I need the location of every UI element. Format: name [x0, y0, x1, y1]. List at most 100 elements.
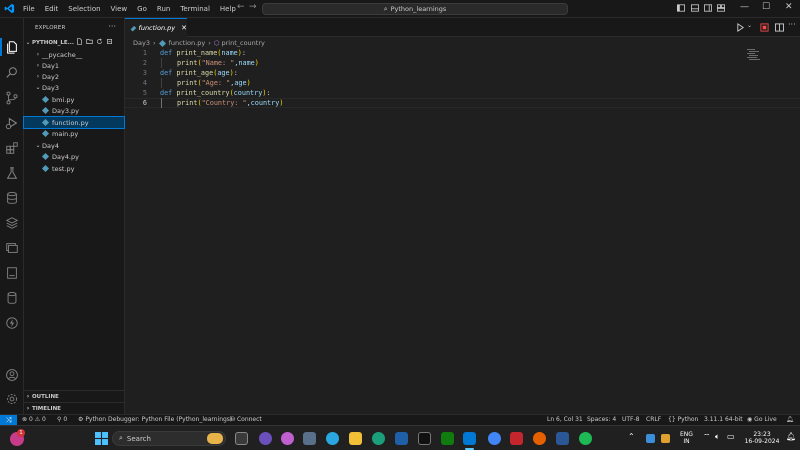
wifi-icon[interactable]: ⌔ [703, 433, 711, 441]
notifications-bell-icon[interactable]: 🔔︎ [786, 416, 794, 423]
spotify-icon[interactable] [579, 432, 592, 445]
notebook-icon[interactable] [5, 266, 19, 280]
ports-indicator[interactable]: ⚲ 0 [57, 416, 67, 423]
split-editor-icon[interactable] [775, 23, 784, 32]
tab-close-icon[interactable]: ✕ [181, 24, 187, 32]
more-actions-icon[interactable]: ··· [788, 20, 796, 29]
mcafee-icon[interactable] [510, 432, 523, 445]
toggle-sidebar-icon[interactable] [677, 4, 685, 12]
problems-indicator[interactable]: ⊗ 0 ⚠ 0 [22, 416, 46, 423]
maximize-icon[interactable]: ☐ [762, 2, 770, 12]
breadcrumb-file[interactable]: function.py [169, 39, 206, 47]
customize-layout-icon[interactable] [717, 4, 725, 12]
tray-security-icon[interactable] [661, 434, 670, 443]
clock[interactable]: 23:23 16-09-2024 [744, 431, 780, 445]
menu-terminal[interactable]: Terminal [175, 5, 215, 13]
menu-file[interactable]: File [18, 5, 40, 13]
account-icon[interactable] [5, 368, 19, 382]
input-language[interactable]: ENG IN [680, 431, 693, 445]
command-center-search[interactable]: ⌕ Python_learnings [262, 3, 568, 15]
copilot-icon[interactable] [281, 432, 294, 445]
toggle-panel-icon[interactable] [691, 4, 699, 12]
debugger-config[interactable]: ⚙ Python Debugger: Python File (Python_l… [78, 416, 232, 423]
firefox-icon[interactable] [533, 432, 546, 445]
run-dropdown-chevron-icon[interactable]: ⌄ [747, 22, 752, 29]
minimize-icon[interactable]: — [740, 2, 749, 12]
forward-arrow-icon[interactable]: → [249, 2, 257, 12]
menu-run[interactable]: Run [152, 5, 175, 13]
menu-view[interactable]: View [106, 5, 133, 13]
breadcrumb-symbol[interactable]: print_country [221, 39, 264, 47]
tree-file-day3[interactable]: Day3.py [24, 105, 124, 116]
source-control-icon[interactable] [5, 91, 19, 105]
edge-browser-icon[interactable] [372, 432, 385, 445]
search-icon[interactable] [5, 66, 19, 80]
windows-start-icon[interactable] [95, 432, 108, 445]
code-editor[interactable]: 1 def print_name(name): 2 print("Name: "… [125, 48, 800, 414]
menu-selection[interactable]: Selection [63, 5, 105, 13]
tree-file-bmi[interactable]: bmi.py [24, 94, 124, 105]
testing-flask-icon[interactable] [5, 166, 19, 180]
remote-explorer-icon[interactable] [5, 241, 19, 255]
run-python-file-icon[interactable] [736, 23, 745, 32]
run-debug-icon[interactable] [5, 116, 19, 130]
settings-gear-icon[interactable] [5, 392, 19, 406]
media-player-icon[interactable] [326, 432, 339, 445]
language-mode[interactable]: {} Python [668, 416, 698, 423]
file-explorer-icon[interactable] [349, 432, 362, 445]
back-arrow-icon[interactable]: ← [237, 2, 245, 12]
menu-go[interactable]: Go [132, 5, 152, 13]
record-icon[interactable] [760, 23, 769, 32]
connect-button[interactable]: ⛁ Connect [230, 416, 262, 423]
breadcrumb-folder[interactable]: Day3 [133, 39, 150, 47]
timeline-section[interactable]: › TIMELINE [24, 402, 124, 414]
collapse-all-icon[interactable] [106, 38, 113, 45]
end-of-line[interactable]: CRLF [646, 416, 661, 423]
new-file-icon[interactable] [76, 38, 83, 45]
app-icon[interactable] [556, 432, 569, 445]
indentation[interactable]: Spaces: 4 [587, 416, 616, 423]
lightning-icon[interactable] [5, 316, 19, 330]
toggle-secondary-sidebar-icon[interactable] [704, 4, 712, 12]
encoding[interactable]: UTF-8 [622, 416, 640, 423]
volume-icon[interactable]: 🔈︎ [715, 433, 720, 441]
tree-folder-day4[interactable]: ⌄ Day4 [24, 140, 124, 151]
python-interpreter[interactable]: 3.11.1 64-bit [704, 416, 743, 423]
database-icon[interactable] [5, 191, 19, 205]
more-actions-icon[interactable]: ··· [108, 22, 116, 31]
taskbar-search[interactable]: ⌕ Search [112, 431, 226, 446]
tree-folder-pycache[interactable]: › __pycache__ [24, 49, 124, 60]
notification-center-bell-icon[interactable]: 🔔︎ [786, 433, 796, 441]
tree-folder-day2[interactable]: › Day2 [24, 71, 124, 82]
show-hidden-icons-chevron-icon[interactable]: ⌃ [628, 433, 635, 441]
excel-icon[interactable] [441, 432, 454, 445]
store-icon[interactable] [395, 432, 408, 445]
chrome-icon[interactable] [488, 432, 501, 445]
vscode-taskbar-icon[interactable] [463, 432, 476, 445]
cursor-position[interactable]: Ln 6, Col 31 [547, 416, 583, 423]
go-live-button[interactable]: ◉ Go Live [747, 416, 777, 423]
explorer-icon[interactable] [5, 40, 19, 54]
camera-icon[interactable] [303, 432, 316, 445]
extensions-icon[interactable] [5, 141, 19, 155]
close-icon[interactable]: ✕ [785, 2, 793, 12]
database-cylinder-icon[interactable] [5, 291, 19, 305]
tab-function-py[interactable]: function.py ✕ [125, 18, 187, 37]
tree-file-test[interactable]: test.py [24, 163, 124, 174]
tree-file-main[interactable]: main.py [24, 128, 124, 139]
battery-icon[interactable]: ▭ [727, 433, 735, 441]
tree-folder-day1[interactable]: › Day1 [24, 60, 124, 71]
new-folder-icon[interactable] [86, 38, 93, 45]
tree-file-function[interactable]: function.py [23, 116, 125, 129]
menu-edit[interactable]: Edit [40, 5, 64, 13]
outline-section[interactable]: › OUTLINE [24, 390, 124, 402]
minimap[interactable] [747, 48, 761, 62]
layers-icon[interactable] [5, 216, 19, 230]
tree-folder-day3[interactable]: ⌄ Day3 [24, 82, 124, 93]
task-view-icon[interactable] [235, 432, 248, 445]
teams-icon[interactable] [259, 432, 272, 445]
tree-file-day4[interactable]: Day4.py [24, 151, 124, 162]
refresh-icon[interactable] [96, 38, 103, 45]
tray-app-icon[interactable] [646, 434, 655, 443]
terminal-icon[interactable] [418, 432, 431, 445]
